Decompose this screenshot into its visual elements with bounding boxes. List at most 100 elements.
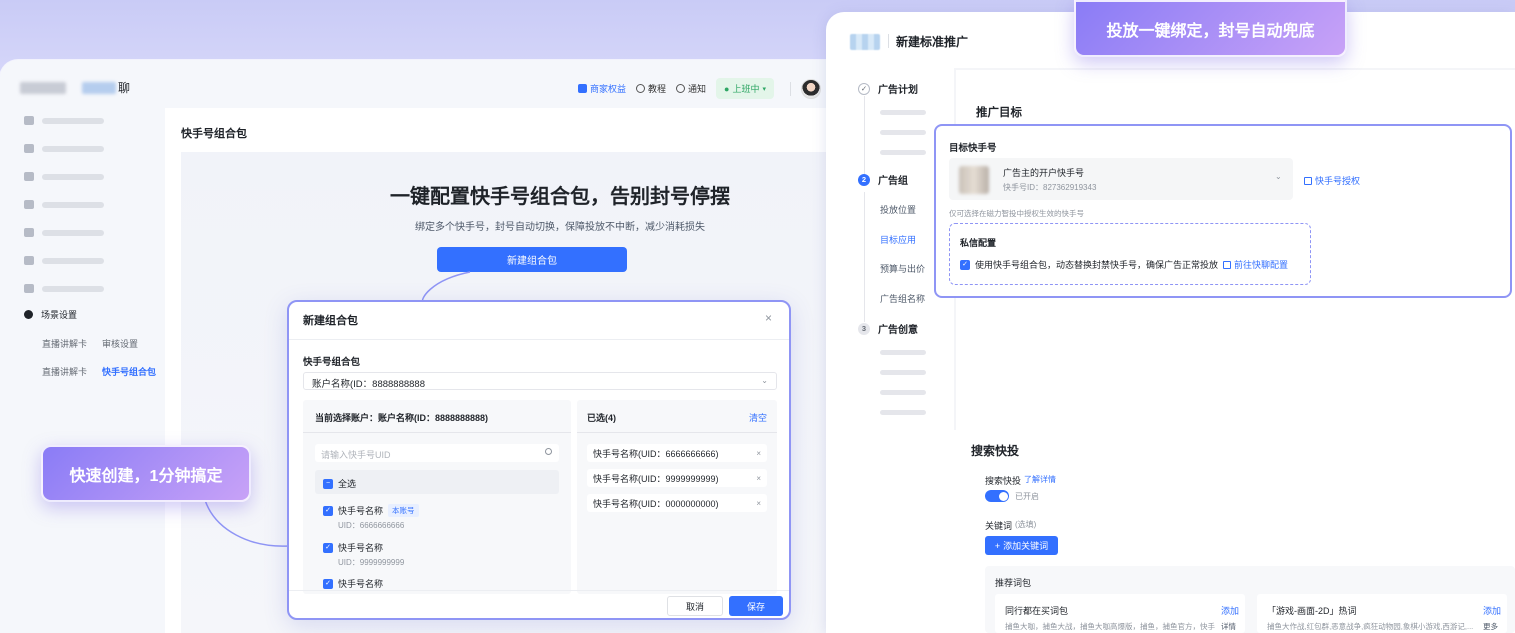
footer-divider [289,590,789,591]
step-label: 广告创意 [878,325,918,336]
account-item-2[interactable]: ✓ 快手号名称 [323,541,383,554]
app-logo [850,34,880,50]
rec-pack-add[interactable]: 添加 [1221,604,1239,617]
check-icon: ✓ [323,505,333,516]
account-item-uid: UID：6666666666 [338,521,405,530]
window-title: 新建标准推广 [896,35,969,49]
selected-item-label: 快手号名称(UID：6666666666) [593,448,719,459]
learn-more-link[interactable]: 了解详情 [1024,474,1056,487]
select-all-checkbox[interactable]: − 全选 [323,477,356,490]
account-avatar [959,166,989,194]
own-account-badge: 本账号 [388,504,419,517]
external-link-icon [1304,176,1312,185]
account-name: 广告主的开户快手号 [1003,168,1085,178]
step-ad-creative[interactable]: 3 广告创意 [858,321,918,336]
search-boost-card: 搜索快投 搜索快投 了解详情 已开启 关键词 (选填) + 添加关键词 推荐词包… [954,430,1515,633]
rec-pack-card-2: 「游戏-画面-2D」热词 添加 捕鱼大作战,红包群,恶意战争,疯狂动物园,象棋小… [1257,594,1507,633]
auth-link[interactable]: 快手号授权 [1304,174,1360,187]
modal-divider [289,339,789,340]
target-hint: 仅可选择在磁力智投中授权生效的快手号 [949,209,1084,218]
remove-icon[interactable]: × [756,474,761,483]
pane-divider [303,432,571,433]
plus-icon: + [994,540,1001,551]
selected-pane: 已选(4) 清空 快手号名称(UID：6666666666) × 快手号名称(UI… [577,400,777,594]
uid-search-input[interactable]: 请输入快手号UID [315,444,559,462]
check-icon: ✓ [858,82,870,95]
step-number: 3 [858,322,870,335]
add-keyword-button[interactable]: + 添加关键词 [985,536,1058,555]
rec-pack-more[interactable]: 详情 [1221,621,1236,632]
indeterminate-icon: − [323,478,333,489]
private-msg-title: 私信配置 [960,238,997,248]
account-select[interactable]: 账户名称(ID：8888888888 ⌄ [303,372,777,390]
step-placeholder [880,350,926,355]
selected-item-label: 快手号名称(UID：9999999999) [593,473,719,484]
step-number: 2 [858,173,870,186]
selected-item-1: 快手号名称(UID：6666666666) × [587,444,767,462]
substep-budget[interactable]: 预算与出价 [880,262,925,275]
rec-pack-desc: 捕鱼大咖，捕鱼大战，捕鱼大咖高爆版，捕鱼，捕鱼官方，快手... [1005,622,1215,631]
recommended-title: 推荐词包 [995,578,1032,588]
pane-divider [577,432,777,433]
step-placeholder [880,410,926,415]
rec-pack-more[interactable]: 更多 [1483,621,1498,632]
toggle-state: 已开启 [1015,491,1039,501]
substep-target-app[interactable]: 目标应用 [880,233,916,246]
auth-link-label: 快手号授权 [1315,176,1361,186]
target-account-box: 目标快手号 广告主的开户快手号 快手号ID：827362919343 ⌄ 快手号… [934,124,1512,298]
recommended-packs: 推荐词包 同行都在买词包 添加 捕鱼大咖，捕鱼大战，捕鱼大咖高爆版，捕鱼，捕鱼官… [985,566,1515,633]
target-account-select[interactable]: 广告主的开户快手号 快手号ID：827362919343 ⌄ [949,158,1293,200]
external-link-icon [1223,260,1232,269]
check-icon: ✓ [323,542,333,553]
step-line [864,96,865,176]
step-placeholder [880,370,926,375]
rec-pack-add[interactable]: 添加 [1483,604,1501,617]
callout-quick-create: 快速创建，1分钟搞定 [41,445,251,502]
keyword-label: 关键词 [985,521,1013,531]
account-select-value: 账户名称(ID：8888888888 [312,379,425,390]
substep-placement[interactable]: 投放位置 [880,203,916,216]
check-icon: ✓ [323,578,333,589]
private-msg-option[interactable]: ✓ 使用快手号组合包，动态替换封禁快手号，确保广告正常投放 前往快聊配置 [960,258,1288,271]
private-msg-text: 使用快手号组合包，动态替换封禁快手号，确保广告正常投放 [975,260,1219,270]
search-icon [545,448,552,455]
remove-icon[interactable]: × [756,449,761,458]
search-boost-toggle-row: 已开启 [985,490,1039,502]
section-title: 推广目标 [976,107,1022,119]
search-placeholder: 请输入快手号UID [321,450,391,460]
callout-auto-fallback: 投放一键绑定，封号自动兜底 [1074,0,1347,57]
search-title: 搜索快投 [971,444,1020,458]
combo-field-label: 快手号组合包 [303,357,361,368]
account-id: 快手号ID：827362919343 [1003,183,1097,192]
clear-button[interactable]: 清空 [749,411,767,424]
private-msg-box: 私信配置 ✓ 使用快手号组合包，动态替换封禁快手号，确保广告正常投放 前往快聊配… [949,223,1311,285]
title-divider [888,34,889,48]
substep-group-name[interactable]: 广告组名称 [880,292,925,305]
selected-item-2: 快手号名称(UID：9999999999) × [587,469,767,487]
select-all-label: 全选 [338,479,357,489]
keyword-optional: (选填) [1015,520,1037,529]
target-label: 目标快手号 [949,143,997,154]
step-placeholder [880,390,926,395]
goto-config-label: 前往快聊配置 [1234,260,1289,270]
step-line [864,192,865,322]
step-label: 广告计划 [878,85,918,96]
step-placeholder [880,130,926,135]
rec-pack-title: 「游戏-画面-2D」热词 [1267,606,1357,616]
close-icon[interactable]: × [765,311,772,325]
step-ad-group[interactable]: 2 广告组 [858,172,908,187]
cancel-button[interactable]: 取消 [667,596,723,616]
save-button[interactable]: 保存 [729,596,783,616]
remove-icon[interactable]: × [756,499,761,508]
search-boost-toggle[interactable] [985,490,1009,502]
account-item-3[interactable]: ✓ 快手号名称 [323,577,383,590]
selected-item-3: 快手号名称(UID：0000000000) × [587,494,767,512]
step-ad-plan[interactable]: ✓ 广告计划 [858,81,918,96]
selected-count: 已选(4) [587,413,616,423]
step-placeholder [880,110,926,115]
chevron-down-icon: ⌄ [1275,172,1282,181]
goto-config-link[interactable]: 前往快聊配置 [1223,258,1288,271]
account-item-uid: UID：9999999999 [338,558,405,567]
modal-title: 新建组合包 [303,315,358,327]
account-item-1[interactable]: ✓ 快手号名称 本账号 [323,504,419,517]
